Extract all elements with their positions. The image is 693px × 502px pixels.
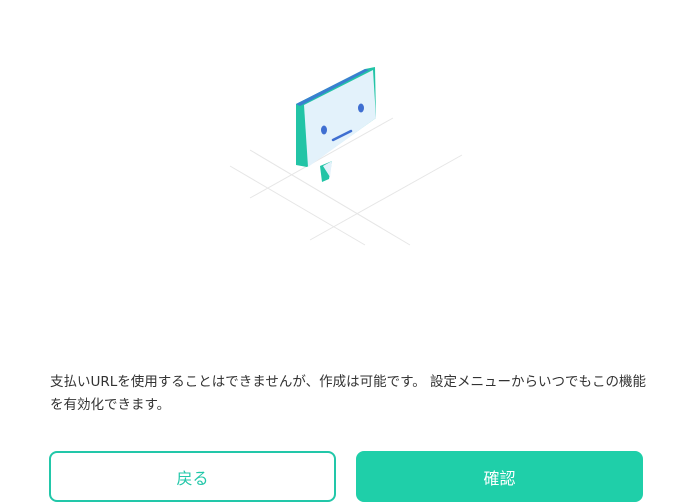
confirm-button[interactable]: 確認	[356, 451, 643, 502]
chat-bubble-icon	[296, 67, 376, 182]
sad-chat-bubble-illustration	[229, 67, 463, 246]
back-button-label: 戻る	[176, 468, 209, 488]
confirm-button-label: 確認	[483, 468, 516, 488]
back-button[interactable]: 戻る	[49, 451, 336, 502]
left-eye	[321, 125, 327, 135]
info-message: 支払いURLを使用することはできませんが、作成は可能です。 設定メニューからいつ…	[50, 374, 647, 413]
right-eye	[358, 103, 364, 113]
